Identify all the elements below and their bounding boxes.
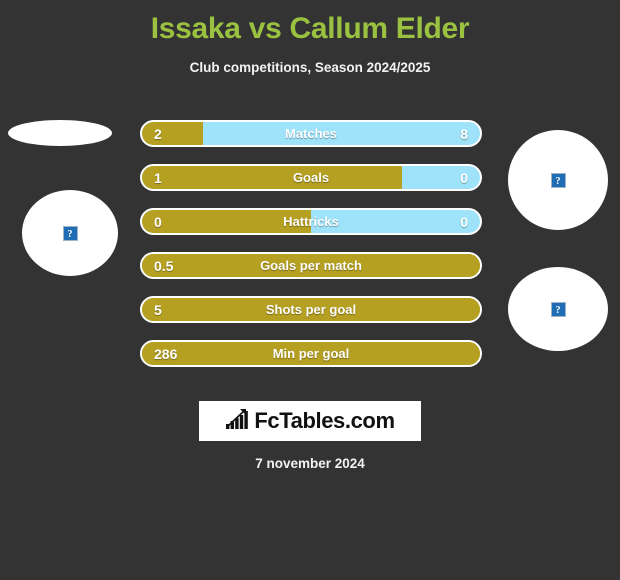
comparison-bars: 2 Matches 8 1 Goals 0 0 Hattricks 0 0.5 Goals per …: [140, 120, 482, 384]
stat-label: Shots per goal: [265, 302, 357, 317]
logo-text: FcTables.com: [254, 408, 395, 433]
left-player-photo-placeholder: ?: [22, 190, 118, 276]
stat-label: Min per goal: [272, 346, 350, 361]
left-player-media: ?: [0, 112, 120, 382]
broken-image-icon: ?: [62, 225, 78, 241]
stat-value-right: 0: [460, 169, 468, 186]
stat-value-right: 8: [460, 125, 468, 142]
stat-row: 5 Shots per goal: [140, 296, 482, 323]
stat-label: Matches: [284, 126, 338, 141]
right-player-photo-placeholder: ?: [508, 130, 608, 230]
broken-image-icon: ?: [550, 301, 566, 317]
stat-row: 0.5 Goals per match: [140, 252, 482, 279]
chart-date: 7 november 2024: [255, 456, 365, 471]
right-player-media: ? ?: [500, 112, 620, 382]
fctables-logo[interactable]: FcTables.com: [199, 401, 421, 441]
stat-row: 2 Matches 8: [140, 120, 482, 147]
stat-label: Goals: [292, 170, 330, 185]
right-flag-placeholder: ?: [508, 267, 608, 351]
left-flag-placeholder: [8, 120, 112, 146]
page-title: Issaka vs Callum Elder: [150, 12, 470, 45]
stat-row: 0 Hattricks 0: [140, 208, 482, 235]
page-subtitle: Club competitions, Season 2024/2025: [189, 60, 431, 75]
stat-row: 1 Goals 0: [140, 164, 482, 191]
stat-row: 286 Min per goal: [140, 340, 482, 367]
stat-label: Goals per match: [260, 258, 362, 273]
stat-value-right: 0: [460, 213, 468, 230]
bar-chart-arrow-icon: [225, 407, 251, 436]
stat-label: Hattricks: [283, 214, 339, 229]
broken-image-icon: ?: [550, 172, 566, 188]
